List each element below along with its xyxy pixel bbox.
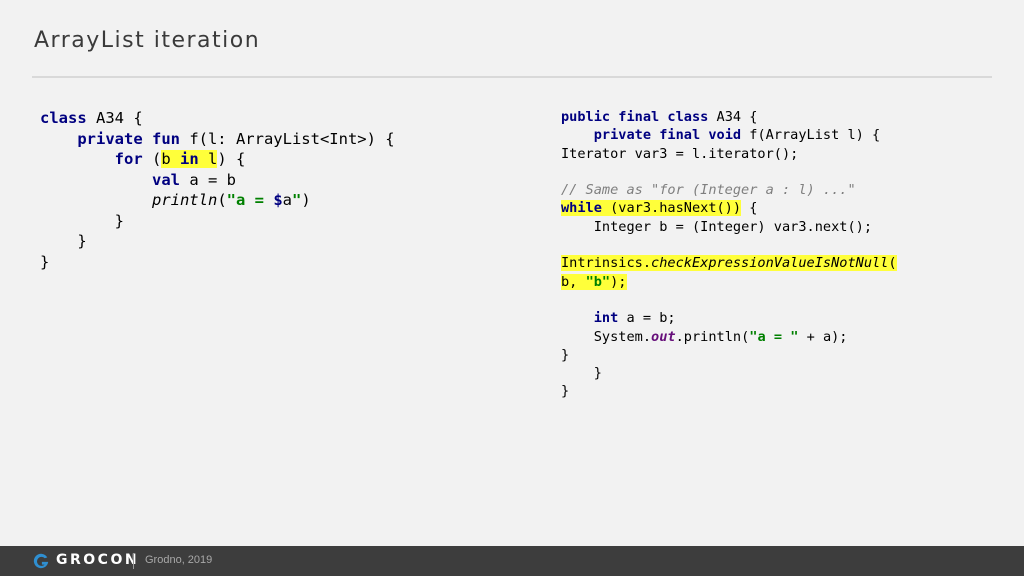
code-text: ( [142, 150, 162, 168]
code-text: ) { [217, 150, 246, 168]
string-literal: "b" [585, 273, 611, 290]
code-line: private final void f(ArrayList l) { [561, 127, 880, 143]
code-line: class A34 { [40, 109, 143, 127]
footer-event: Grodno, 2019 [145, 554, 213, 566]
code-text: } [593, 365, 602, 382]
keyword: while [561, 200, 602, 217]
code-text: Integer b = (Integer) var3.next(); [593, 218, 873, 235]
string-literal: "a = " [749, 328, 799, 345]
keyword: public final class [561, 109, 709, 125]
keyword: int [593, 310, 619, 327]
code-text: ); [610, 273, 627, 290]
code-line: Intrinsics.checkExpressionValueIsNotNull… [561, 255, 897, 272]
code-text: } [40, 252, 50, 271]
highlighted-code: b in l [161, 150, 218, 168]
code-text: A34 { [708, 109, 758, 125]
code-text: } [114, 211, 124, 230]
function-name: println [151, 191, 218, 209]
code-text: a = b [179, 170, 236, 189]
code-line: } [40, 232, 87, 250]
keyword: in [180, 150, 199, 168]
code-line: b, "b"); [561, 273, 627, 290]
code-line: } [561, 365, 602, 381]
code-text: f(l: ArrayList<Int>) { [179, 129, 395, 148]
code-text: { [741, 200, 758, 217]
kotlin-code-block: class A34 { private fun f(l: ArrayList<I… [40, 108, 395, 272]
code-text: (var3.hasNext()) [601, 200, 742, 217]
keyword: private fun [77, 129, 180, 148]
code-line: System.out.println("a = " + a); [561, 329, 848, 345]
code-line: println("a = $a") [40, 191, 311, 209]
code-text: } [561, 383, 570, 400]
slide-title: ArrayList iteration [34, 28, 261, 53]
code-text: ( [888, 255, 897, 272]
highlighted-code: Intrinsics.checkExpressionValueIsNotNull… [561, 255, 897, 272]
code-line: while (var3.hasNext()) { [561, 200, 758, 217]
string-literal: "a = [226, 191, 274, 209]
code-line: // Same as "for (Integer a : l) ..." [561, 182, 856, 198]
code-line: } [561, 347, 569, 363]
code-line: val a = b [40, 171, 236, 189]
code-text: System. [593, 328, 652, 345]
code-text: l [198, 150, 218, 168]
highlighted-code: b, "b"); [561, 273, 627, 290]
title-divider [32, 76, 992, 78]
keyword: val [151, 170, 180, 189]
code-line: int a = b; [561, 310, 676, 326]
code-line: public final class A34 { [561, 109, 757, 125]
code-text: } [77, 232, 87, 250]
code-text: A34 { [86, 109, 143, 127]
keyword: class [40, 109, 87, 127]
highlighted-code: while (var3.hasNext()) [561, 200, 742, 217]
code-text: Iterator var3 = l.iterator(); [561, 145, 799, 162]
footer-brand: GROCON [56, 552, 140, 568]
code-text: ) [301, 191, 311, 209]
code-line: private fun f(l: ArrayList<Int>) { [40, 129, 395, 148]
code-line: Integer b = (Integer) var3.next(); [561, 219, 872, 235]
code-line: } [561, 383, 569, 399]
code-text: .println( [675, 328, 750, 345]
template-var: a [282, 191, 293, 209]
keyword: private final void [593, 127, 742, 144]
code-line: } [40, 212, 124, 230]
code-text: b [161, 150, 180, 168]
java-code-block: public final class A34 { private final v… [561, 108, 897, 401]
footer-bar: GROCON Grodno, 2019 [0, 546, 1024, 576]
code-text: f(ArrayList l) { [741, 127, 881, 144]
grocon-logo-icon [33, 553, 49, 569]
method-name: checkExpressionValueIsNotNull [651, 255, 889, 272]
keyword: for [114, 150, 143, 168]
code-text: a = b; [618, 310, 676, 327]
code-line: } [40, 253, 49, 271]
template-sign: $ [273, 191, 283, 209]
code-text: ( [217, 191, 227, 209]
code-text: Intrinsics. [561, 255, 652, 272]
code-line: Iterator var3 = l.iterator(); [561, 146, 798, 162]
code-text: + a); [798, 328, 848, 345]
field-name: out [651, 328, 676, 345]
footer-divider [133, 553, 134, 569]
code-line: for (b in l) { [40, 150, 245, 168]
code-text: } [561, 346, 570, 363]
code-text: b, [561, 273, 586, 290]
code-comment: // Same as "for (Integer a : l) ..." [561, 182, 856, 199]
string-literal: " [292, 191, 302, 209]
